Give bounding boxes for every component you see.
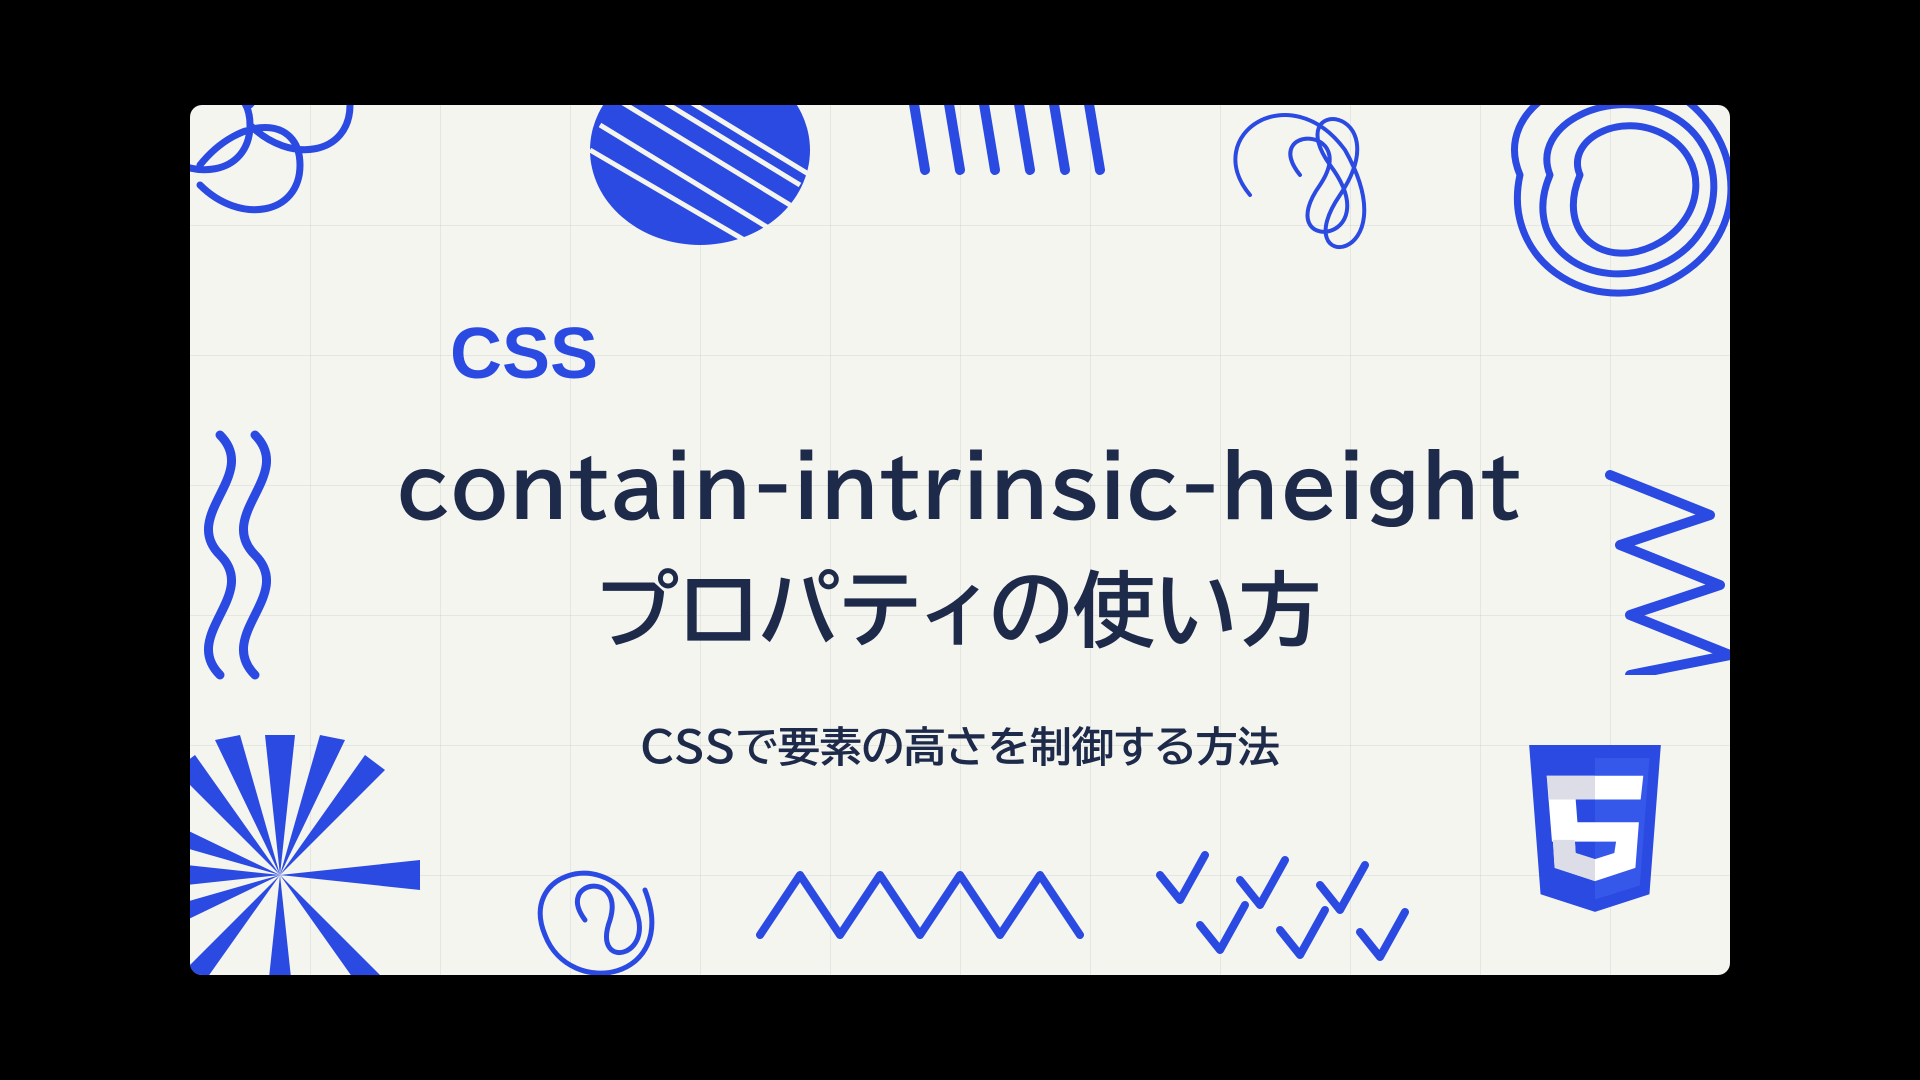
title-line-1: contain-intrinsic-height [397,425,1522,548]
topic-label: CSS [450,313,598,395]
css3-logo-icon [1515,745,1675,925]
title-line-2: プロパティの使い方 [598,548,1322,671]
article-card: CSS contain-intrinsic-height プロパティの使い方 C… [190,105,1730,975]
content-area: CSS contain-intrinsic-height プロパティの使い方 C… [190,105,1730,975]
subtitle: CSSで要素の高さを制御する方法 [640,726,1279,768]
